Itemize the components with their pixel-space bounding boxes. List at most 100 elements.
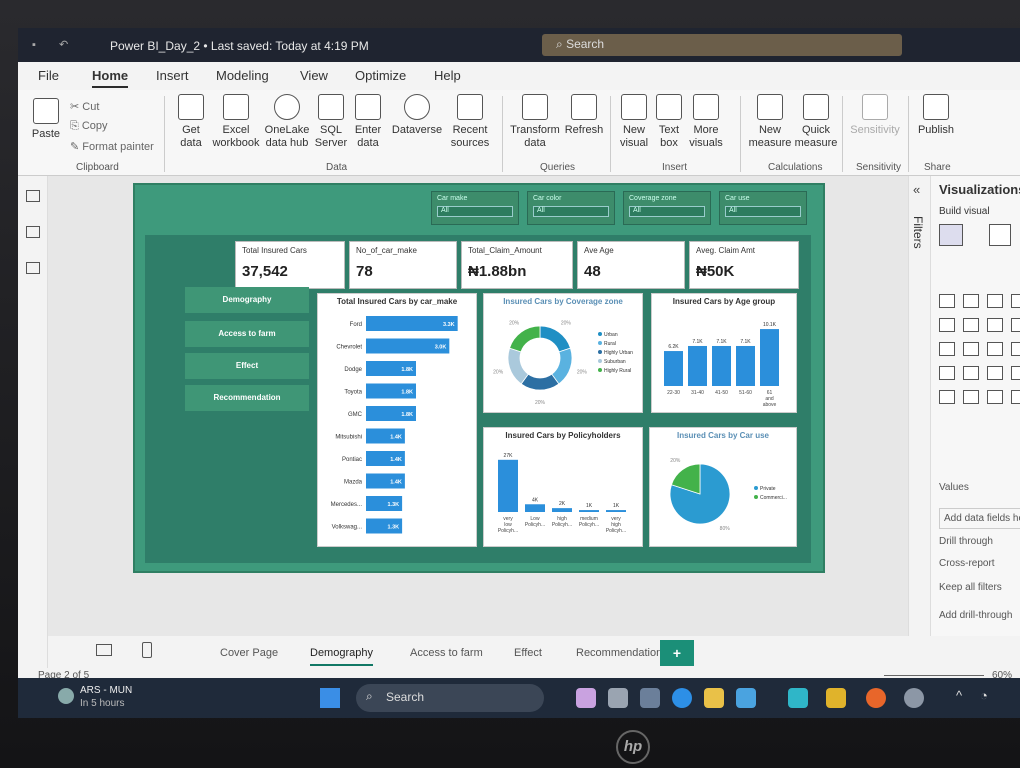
menu-help[interactable]: Help (434, 68, 461, 83)
scatter-icon[interactable] (939, 342, 955, 356)
tab-access-to-farm[interactable]: Access to farm (410, 647, 483, 659)
chart-cars-by-zone[interactable]: Insured Cars by Coverage zone 20% 20% 20% 2… (483, 293, 643, 413)
chart-cars-by-use[interactable]: Insured Cars by Car use 80% 20% Private Com… (649, 427, 797, 547)
sql-server-button[interactable]: SQL Server (314, 94, 348, 150)
nav-recommendation-button[interactable]: Recommendation (185, 385, 309, 411)
q-and-a-icon[interactable] (963, 390, 979, 404)
more-visuals-button[interactable]: More visuals (686, 94, 726, 150)
file-explorer-icon[interactable] (704, 688, 724, 708)
paste-button[interactable]: Paste (28, 98, 64, 141)
tray-chevron-icon[interactable]: ^ (956, 688, 962, 703)
kpi-ave-age[interactable]: Ave Age 48 (577, 241, 685, 289)
kpi-total-insured-cars[interactable]: Total Insured Cars 37,542 (235, 241, 345, 289)
cross-report-toggle[interactable]: Cross-report (939, 558, 995, 569)
add-page-button[interactable]: + (660, 640, 694, 666)
chart-cars-by-age[interactable]: Insured Cars by Age group 6.2K 22-30 7.1K 3… (651, 293, 797, 413)
slicer-car-use[interactable]: Car use All (719, 191, 807, 225)
card-icon[interactable] (963, 366, 979, 380)
wifi-icon[interactable]: ◔ (980, 688, 988, 703)
slicer-value[interactable]: All (725, 206, 801, 217)
windows-start-icon[interactable] (320, 688, 340, 708)
task-view-icon[interactable] (608, 688, 628, 708)
excel-workbook-button[interactable]: Excel workbook (212, 94, 260, 150)
slicer-icon[interactable] (1011, 366, 1020, 380)
slicer-value[interactable]: All (629, 206, 705, 217)
cut-button[interactable]: ✂ Cut (70, 100, 99, 113)
dataverse-button[interactable]: Dataverse (388, 94, 446, 137)
slicer-coverage-zone[interactable]: Coverage zone All (623, 191, 711, 225)
desktop-layout-icon[interactable] (96, 644, 112, 656)
chart-cars-by-make[interactable]: Total Insured Cars by car_make Ford 3.3K C… (317, 293, 477, 547)
menu-view[interactable]: View (300, 68, 328, 83)
matrix-icon[interactable] (939, 390, 955, 404)
nav-demography-button[interactable]: Demography (185, 287, 309, 313)
menu-optimize[interactable]: Optimize (355, 68, 406, 83)
title-search-box[interactable]: ⌕ Search (542, 34, 902, 56)
onelake-button[interactable]: OneLake data hub (264, 94, 310, 150)
model-view-icon[interactable] (26, 262, 40, 274)
tab-recommendation[interactable]: Recommendation (576, 647, 662, 659)
text-box-button[interactable]: Text box (654, 94, 684, 150)
copilot-icon[interactable] (576, 688, 596, 708)
map-icon[interactable] (987, 342, 1003, 356)
key-influencers-icon[interactable] (987, 390, 1003, 404)
add-drill-through-well[interactable]: Add drill-through (939, 610, 1012, 621)
smart-narrative-icon[interactable] (1011, 390, 1020, 404)
build-visual-icon[interactable] (939, 224, 963, 246)
transform-data-button[interactable]: Transform data (510, 94, 560, 150)
report-view-icon[interactable] (26, 190, 40, 202)
power-bi-icon[interactable] (826, 688, 846, 708)
mobile-layout-icon[interactable] (142, 642, 152, 658)
menu-modeling[interactable]: Modeling (216, 68, 269, 83)
new-visual-button[interactable]: New visual (618, 94, 650, 150)
stacked-bar-icon[interactable] (939, 294, 955, 308)
quick-measure-button[interactable]: Quick measure (794, 94, 838, 150)
funnel-icon[interactable] (1011, 318, 1020, 332)
filters-label[interactable]: Filters (911, 216, 925, 249)
refresh-button[interactable]: Refresh (564, 94, 604, 137)
recent-sources-button[interactable]: Recent sources (448, 94, 492, 150)
slicer-value[interactable]: All (533, 206, 609, 217)
enter-data-button[interactable]: Enter data (352, 94, 384, 150)
firefox-icon[interactable] (866, 688, 886, 708)
waterfall-icon[interactable] (987, 318, 1003, 332)
filled-map-icon[interactable] (1011, 342, 1020, 356)
tab-effect[interactable]: Effect (514, 647, 542, 659)
slicer-value[interactable]: All (437, 206, 513, 217)
add-data-fields-well[interactable]: Add data fields he (939, 508, 1020, 529)
kpi-avg-claim-amt[interactable]: Aveg. Claim Amt ₦50K (689, 241, 799, 289)
keep-all-filters-toggle[interactable]: Keep all filters (939, 582, 1002, 593)
publish-button[interactable]: Publish (914, 94, 958, 137)
table-view-icon[interactable] (26, 226, 40, 238)
nav-access-to-farm-button[interactable]: Access to farm (185, 321, 309, 347)
chart-cars-by-policyholders[interactable]: Insured Cars by Policyholders 27K very low… (483, 427, 643, 547)
line-chart-icon[interactable] (939, 318, 955, 332)
teams-icon[interactable] (640, 688, 660, 708)
slicer-car-make[interactable]: Car make All (431, 191, 519, 225)
filters-pane-collapsed[interactable]: « Filters (908, 176, 930, 636)
table-icon[interactable] (987, 366, 1003, 380)
tab-demography[interactable]: Demography (310, 647, 373, 666)
kpi-no-of-car-make[interactable]: No_of_car_make 78 (349, 241, 457, 289)
taskbar-search[interactable]: ⌕ Search (356, 684, 544, 712)
tab-cover-page[interactable]: Cover Page (220, 647, 278, 659)
get-data-button[interactable]: Get data (174, 94, 208, 150)
menu-insert[interactable]: Insert (156, 68, 189, 83)
store-icon[interactable] (736, 688, 756, 708)
area-chart-icon[interactable] (1011, 294, 1020, 308)
stacked-column-icon[interactable] (987, 294, 1003, 308)
copy-button[interactable]: ⎘ Copy (70, 120, 108, 133)
pie-icon[interactable] (963, 342, 979, 356)
sensitivity-button[interactable]: Sensitivity (848, 94, 902, 137)
weather-widget[interactable]: ARS - MUN In 5 hours (80, 684, 132, 710)
collapse-icon[interactable]: « (913, 182, 920, 197)
menu-file[interactable]: File (38, 68, 59, 83)
clustered-bar-icon[interactable] (963, 294, 979, 308)
weather-icon[interactable] (58, 688, 74, 704)
settings-icon[interactable] (904, 688, 924, 708)
new-measure-button[interactable]: New measure (748, 94, 792, 150)
format-painter-button[interactable]: ✎ Format painter (70, 140, 154, 153)
kpi-icon[interactable] (939, 366, 955, 380)
quick-access-icons[interactable]: ▪ ↶ (32, 38, 78, 51)
zoom-slider[interactable] (884, 675, 984, 676)
